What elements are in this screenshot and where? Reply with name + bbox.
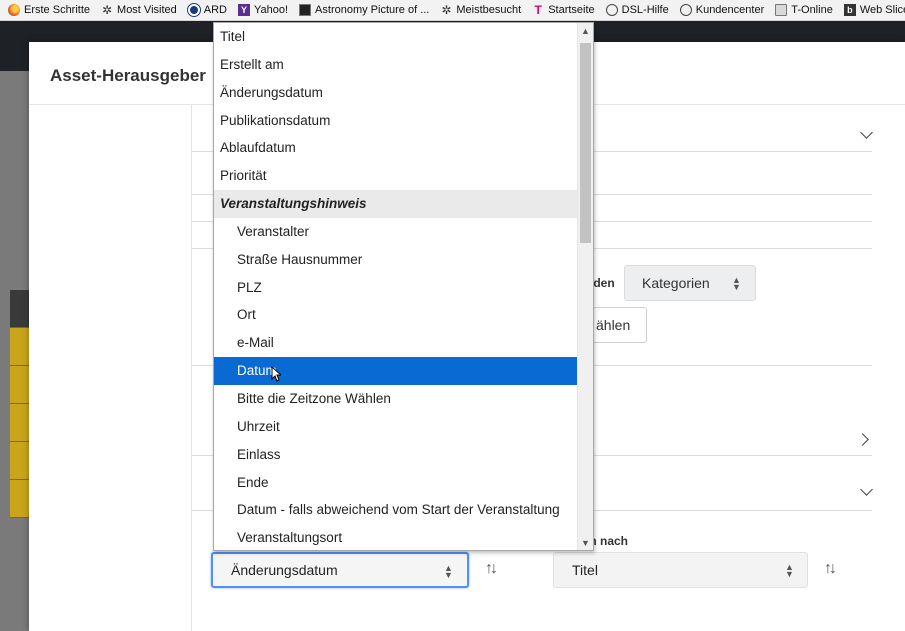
globe-icon — [605, 4, 618, 16]
scroll-down-icon[interactable]: ▼ — [581, 538, 590, 548]
gear-icon: ✲ — [441, 3, 452, 17]
select-button-label: ählen — [596, 317, 631, 333]
sort-direction-icon[interactable]: ↑↓ — [824, 560, 837, 578]
ard-icon — [186, 3, 201, 17]
bookmark-label: DSL-Hilfe — [621, 4, 669, 16]
bookmark-item[interactable]: ✲ Most Visited — [101, 4, 177, 16]
dropdown-option[interactable]: Straße Hausnummer — [214, 246, 578, 274]
gear-icon: ✲ — [102, 3, 113, 17]
chevron-down-icon[interactable] — [860, 126, 873, 139]
chevron-right-icon[interactable] — [856, 433, 869, 446]
dropdown-option[interactable]: Publikationsdatum — [214, 107, 578, 135]
group-by-value: Kategorien — [642, 275, 710, 291]
bookmark-label: Most Visited — [117, 4, 177, 16]
bookmark-item[interactable]: ✲ Meistbesucht — [440, 4, 521, 16]
order-by-first-value: Änderungsdatum — [231, 562, 338, 578]
telekom-icon: T — [534, 3, 542, 17]
scroll-up-icon[interactable]: ▲ — [581, 26, 590, 36]
bookmark-label: Astronomy Picture of ... — [315, 4, 430, 16]
bookmark-label: Startseite — [548, 4, 595, 16]
bookmark-label: Meistbesucht — [456, 4, 522, 16]
dropdown-option[interactable]: Ende — [214, 469, 578, 497]
dropdown-option[interactable]: Priorität — [214, 162, 578, 190]
bookmark-label: Yahoo! — [253, 4, 289, 16]
dropdown-option[interactable]: Uhrzeit — [214, 413, 578, 441]
dropdown-option[interactable]: Datum - falls abweichend vom Start der V… — [214, 496, 578, 524]
dropdown-option[interactable]: Erstellt am — [214, 51, 578, 79]
background-table-strip — [10, 290, 30, 518]
bookmark-item[interactable]: Y Yahoo! — [237, 4, 289, 16]
firefox-icon — [8, 4, 20, 16]
sort-direction-icon[interactable]: ↑↓ — [485, 560, 498, 578]
dropdown-scrollbar[interactable]: ▲ ▼ — [577, 23, 593, 550]
order-by-second-select[interactable]: Titel ▲ ▼ — [553, 552, 808, 588]
bookmark-label: Erste Schritte — [24, 4, 91, 16]
bookmark-item[interactable]: Astronomy Picture of ... — [299, 4, 429, 16]
bookmarks-toolbar: Erste Schritte ✲ Most Visited ARD Y Yahoo! Ast… — [0, 0, 905, 21]
order-by-first-select[interactable]: Änderungsdatum ▲ ▼ — [211, 552, 469, 588]
bookmark-item[interactable]: Erste Schritte — [8, 4, 90, 16]
select-arrows-icon: ▲ ▼ — [785, 562, 794, 579]
yahoo-icon: Y — [237, 4, 250, 16]
order-by-dropdown-list[interactable]: Titel Erstellt am Änderungsdatum Publikatio… — [213, 22, 594, 551]
dropdown-option[interactable]: Ort — [214, 301, 578, 329]
dropdown-option[interactable]: Veranstalter — [214, 218, 578, 246]
dropdown-option[interactable]: Bitte die Zeitzone Wählen — [214, 385, 578, 413]
bookmark-item[interactable]: Kundencenter — [679, 4, 765, 16]
chevron-down-icon[interactable] — [860, 483, 873, 496]
dropdown-option[interactable]: Veranstaltungsort — [214, 524, 578, 550]
dropdown-option[interactable]: e-Mail — [214, 329, 578, 357]
dropdown-option[interactable]: Änderungsdatum — [214, 79, 578, 107]
modal-title: Asset-Herausgeber — [50, 66, 206, 85]
dropdown-option[interactable]: Titel — [214, 23, 578, 51]
bookmark-item[interactable]: DSL-Hilfe — [605, 4, 669, 16]
select-arrows-icon: ▲ ▼ — [444, 563, 453, 580]
order-by-second-value: Titel — [572, 562, 598, 578]
bookmark-item[interactable]: T Startseite — [532, 3, 595, 17]
bookmark-item[interactable]: T-Online — [775, 4, 833, 16]
globe-icon — [679, 4, 692, 16]
bing-icon: b — [843, 4, 856, 16]
folder-icon — [775, 4, 788, 16]
dropdown-option[interactable]: PLZ — [214, 274, 578, 302]
bookmark-label: T-Online — [791, 4, 833, 16]
dropdown-option-group: Veranstaltungshinweis — [214, 190, 578, 218]
dropdown-option[interactable]: Datum — [214, 357, 578, 385]
bookmark-label: Kundencenter — [695, 4, 765, 16]
group-by-select[interactable]: Kategorien ▲ ▼ — [624, 265, 756, 301]
bookmark-item[interactable]: bWeb Slice-Ka — [843, 4, 905, 16]
bookmark-label: ARD — [203, 4, 227, 16]
bookmark-label: Web Slice-Ka — [859, 4, 905, 16]
mouse-cursor-icon — [271, 366, 281, 382]
bookmark-item[interactable]: ARD — [186, 3, 227, 17]
select-arrows-icon: ▲ ▼ — [732, 275, 741, 292]
apod-icon — [299, 4, 312, 16]
scroll-thumb[interactable] — [580, 43, 591, 243]
dropdown-option[interactable]: Ablaufdatum — [214, 134, 578, 162]
dropdown-option[interactable]: Einlass — [214, 441, 578, 469]
